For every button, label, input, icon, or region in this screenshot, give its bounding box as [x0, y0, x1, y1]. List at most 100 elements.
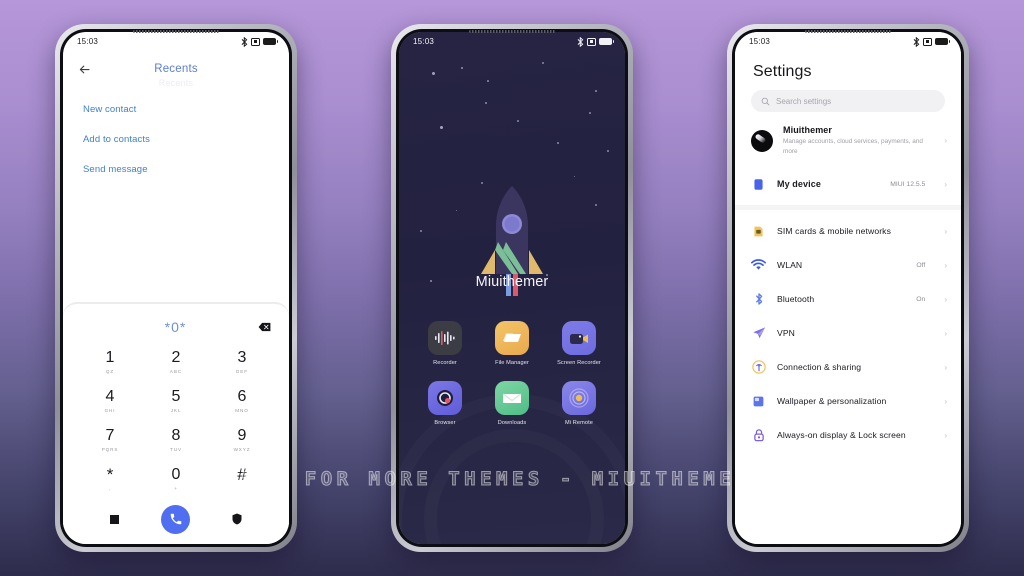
dial-key-5[interactable]: 5 JKL — [143, 381, 209, 420]
app-mi-remote[interactable]: Mi Remote — [553, 380, 605, 428]
dialpad-keys[interactable]: 1 QZ 2 ABC 3 DEF 4 GHI 5 JKL 6 MNO 7 PQRS 8 TUV 9 WXYZ *, 0… — [63, 340, 289, 498]
settings-list: My device MIUI 12.5.5 › SIM cards & mobile … — [735, 167, 961, 452]
dial-key-digit: 9 — [237, 426, 247, 444]
chevron-right-icon: › — [944, 396, 947, 406]
dial-key-digit: 3 — [237, 348, 247, 366]
app-screen-recorder[interactable]: Screen Recorder — [553, 321, 605, 368]
star-dot — [420, 230, 422, 232]
screen-recorder-icon — [562, 321, 596, 355]
phone-settings: 15:03 Settings Search settings Miuitheme… — [727, 24, 969, 552]
dial-key-digit: 0 — [171, 465, 181, 483]
link-add-to-contacts[interactable]: Add to contacts — [83, 124, 269, 154]
dial-key-8[interactable]: 8 TUV — [143, 420, 209, 459]
hide-keypad-icon[interactable] — [110, 514, 119, 524]
app-browser[interactable]: Browser — [419, 380, 471, 428]
link-new-contact[interactable]: New contact — [83, 94, 269, 124]
dial-key-4[interactable]: 4 GHI — [77, 381, 143, 420]
status-bar: 15:03 — [399, 32, 625, 51]
home-brand-text: Miuithemer — [475, 274, 549, 290]
home-launcher: 15:03 Miuithemer Recorder File Manager S… — [399, 32, 625, 544]
dial-key-digit: 5 — [171, 387, 181, 405]
account-row[interactable]: Miuithemer Manage accounts, cloud servic… — [735, 112, 961, 167]
status-icons — [913, 36, 950, 47]
dial-key-9[interactable]: 9 WXYZ — [209, 420, 275, 459]
status-icons — [241, 36, 278, 47]
connection-sharing-icon — [751, 360, 766, 375]
screenshot-stage: 15:03 Recents Recents New contact Add to… — [0, 0, 1024, 576]
chevron-right-icon: › — [944, 294, 947, 304]
bluetooth-icon — [751, 292, 766, 307]
wallpaper-icon — [751, 394, 766, 409]
app-label: Screen Recorder — [557, 360, 601, 366]
dial-key-digit: 2 — [171, 348, 181, 366]
search-input[interactable]: Search settings — [751, 90, 945, 112]
recorder-icon — [428, 321, 462, 355]
settings-row-label: My device — [777, 178, 821, 189]
app-label: Mi Remote — [565, 419, 593, 426]
dial-key-6[interactable]: 6 MNO — [209, 381, 275, 420]
dial-key-letters: WXYZ — [233, 446, 251, 452]
avatar — [751, 129, 773, 152]
dial-key-3[interactable]: 3 DEF — [209, 342, 275, 381]
settings-row-always-on-display-lock-screen[interactable]: Always-on display & Lock screen › — [735, 418, 961, 452]
dial-key-digit: 8 — [171, 426, 181, 444]
settings-row-value: On — [916, 295, 926, 303]
settings-row-wlan[interactable]: WLAN Off › — [735, 248, 961, 282]
app-file-manager[interactable]: File Manager — [486, 321, 538, 368]
dial-key-0[interactable]: 0 + — [143, 459, 209, 498]
dial-key-letters: JKL — [170, 407, 182, 413]
page-title-ghost: Recents — [158, 78, 194, 88]
dial-key-1[interactable]: 1 QZ — [77, 342, 143, 381]
call-button[interactable] — [161, 504, 190, 534]
earpiece-grille — [805, 30, 891, 33]
battery-icon — [935, 38, 950, 45]
search-placeholder: Search settings — [776, 96, 832, 106]
settings-row-label: WLAN — [777, 259, 803, 270]
settings-row-value: MIUI 12.5.5 — [890, 180, 926, 188]
app-grid: Recorder File Manager Screen Recorder Br… — [399, 321, 625, 440]
star-dot — [557, 142, 559, 144]
mi-remote-icon — [562, 380, 596, 415]
chevron-right-icon: › — [944, 328, 947, 338]
dial-key-star[interactable]: *, — [77, 459, 143, 498]
dial-key-letters: MNO — [235, 407, 249, 413]
dial-key-digit: 1 — [105, 348, 115, 366]
dial-key-letters: QZ — [105, 368, 115, 374]
settings-row-vpn[interactable]: VPN › — [735, 316, 961, 350]
settings-row-bluetooth[interactable]: Bluetooth On › — [735, 282, 961, 316]
link-send-message[interactable]: Send message — [83, 154, 269, 184]
search-icon — [761, 97, 770, 105]
app-row-1: Recorder File Manager Screen Recorder — [419, 321, 605, 368]
star-dot — [589, 112, 591, 114]
dial-key-letters: , — [108, 486, 112, 491]
status-icons — [577, 36, 614, 47]
dial-key-2[interactable]: 2 ABC — [143, 342, 209, 381]
dial-key-digit: # — [237, 465, 247, 484]
status-time: 15:03 — [77, 37, 99, 46]
vpn-icon — [751, 326, 766, 341]
dial-key-letters: PQRS — [101, 446, 119, 452]
backspace-icon[interactable] — [258, 322, 271, 332]
app-recorder[interactable]: Recorder — [419, 321, 471, 368]
settings-row-label: Always-on display & Lock screen — [777, 429, 906, 440]
dial-key-hash[interactable]: # — [209, 459, 275, 498]
chevron-right-icon: › — [944, 430, 947, 440]
settings-row-wallpaper-personalization[interactable]: Wallpaper & personalization › — [735, 384, 961, 418]
dialpad-actions — [63, 498, 289, 544]
settings-row-connection-sharing[interactable]: Connection & sharing › — [735, 350, 961, 384]
settings-row-label: Connection & sharing — [777, 361, 862, 372]
star-dot — [542, 62, 544, 64]
wifi-icon — [751, 258, 766, 273]
dial-key-7[interactable]: 7 PQRS — [77, 420, 143, 459]
shield-icon[interactable] — [232, 513, 242, 525]
settings-row-my-device[interactable]: My device MIUI 12.5.5 › — [735, 167, 961, 201]
earpiece-grille — [133, 30, 219, 33]
settings-row-sim-cards-mobile-networks[interactable]: SIM cards & mobile networks › — [735, 214, 961, 248]
app-downloads[interactable]: Downloads — [486, 380, 538, 428]
dial-key-digit: * — [106, 465, 114, 484]
dial-key-digit: 7 — [105, 426, 115, 444]
dial-key-digit: 6 — [237, 387, 247, 405]
dialed-number[interactable]: *0* — [63, 319, 258, 335]
dialer-app: 15:03 Recents Recents New contact Add to… — [63, 32, 289, 544]
dial-display: *0* — [63, 314, 289, 340]
